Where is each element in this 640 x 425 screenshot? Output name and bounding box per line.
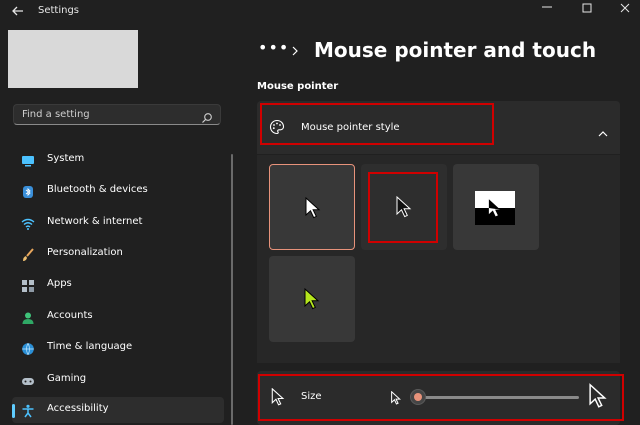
sidebar-item-network-internet[interactable]: Network & internet <box>12 210 224 236</box>
title-bar: Settings <box>0 0 640 24</box>
sidebar-item-label: Bluetooth & devices <box>47 184 148 195</box>
minimize-button[interactable] <box>530 0 564 14</box>
sidebar-item-apps[interactable]: Apps <box>12 272 224 298</box>
wifi-icon <box>21 216 35 230</box>
sidebar-item-bluetooth-devices[interactable]: Bluetooth & devices <box>12 178 224 204</box>
person-icon <box>21 310 35 324</box>
system-icon <box>21 153 35 167</box>
sidebar-item-label: Apps <box>47 278 72 289</box>
globe-icon <box>21 341 35 355</box>
highlight-box-size <box>258 374 624 421</box>
brush-icon <box>21 247 35 261</box>
gamepad-icon <box>21 373 35 387</box>
search-icon[interactable] <box>201 109 213 123</box>
search-placeholder: Find a setting <box>22 109 90 120</box>
sidebar-item-label: Accounts <box>47 310 93 321</box>
sidebar-scrollbar[interactable] <box>231 154 233 425</box>
window-title: Settings <box>38 5 80 16</box>
sidebar-item-label: Accessibility <box>47 403 109 414</box>
chevron-right-icon <box>290 42 300 56</box>
pointer-style-custom[interactable] <box>269 256 355 342</box>
section-title: Mouse pointer <box>257 81 339 92</box>
sidebar-item-gaming[interactable]: Gaming <box>12 367 224 393</box>
sidebar-item-label: Personalization <box>47 247 123 258</box>
inverted-preview <box>475 191 515 225</box>
highlight-box-style <box>260 103 494 145</box>
search-input[interactable]: Find a setting <box>13 104 221 125</box>
active-indicator <box>12 404 15 418</box>
bluetooth-icon <box>21 184 35 198</box>
accessibility-icon <box>21 403 35 418</box>
maximize-button[interactable] <box>570 0 604 14</box>
sidebar-item-time-language[interactable]: Time & language <box>12 335 224 361</box>
pointer-style-inverted[interactable] <box>453 164 539 250</box>
pointer-style-white[interactable] <box>269 164 355 250</box>
sidebar-item-accounts[interactable]: Accounts <box>12 304 224 330</box>
pointer-style-options <box>257 155 620 363</box>
highlight-box-black-pointer <box>368 172 438 243</box>
chevron-up-icon[interactable] <box>598 123 608 137</box>
user-avatar[interactable] <box>8 30 138 88</box>
page-title: Mouse pointer and touch <box>314 38 597 62</box>
back-arrow-icon[interactable] <box>10 3 26 19</box>
sidebar-item-personalization[interactable]: Personalization <box>12 241 224 267</box>
inverted-cursor-icon <box>488 199 501 217</box>
sidebar-item-accessibility[interactable]: Accessibility <box>12 397 224 423</box>
close-button[interactable] <box>608 0 640 14</box>
sidebar-item-label: System <box>47 153 85 164</box>
white-cursor-icon <box>305 197 321 219</box>
sidebar-item-label: Network & internet <box>47 216 143 227</box>
sidebar-item-system[interactable]: System <box>12 147 224 173</box>
custom-cursor-icon <box>304 288 320 310</box>
apps-icon <box>21 278 35 292</box>
sidebar-item-label: Gaming <box>47 373 87 384</box>
sidebar-item-label: Time & language <box>47 341 133 352</box>
breadcrumb-more-button[interactable]: ••• <box>258 38 289 57</box>
